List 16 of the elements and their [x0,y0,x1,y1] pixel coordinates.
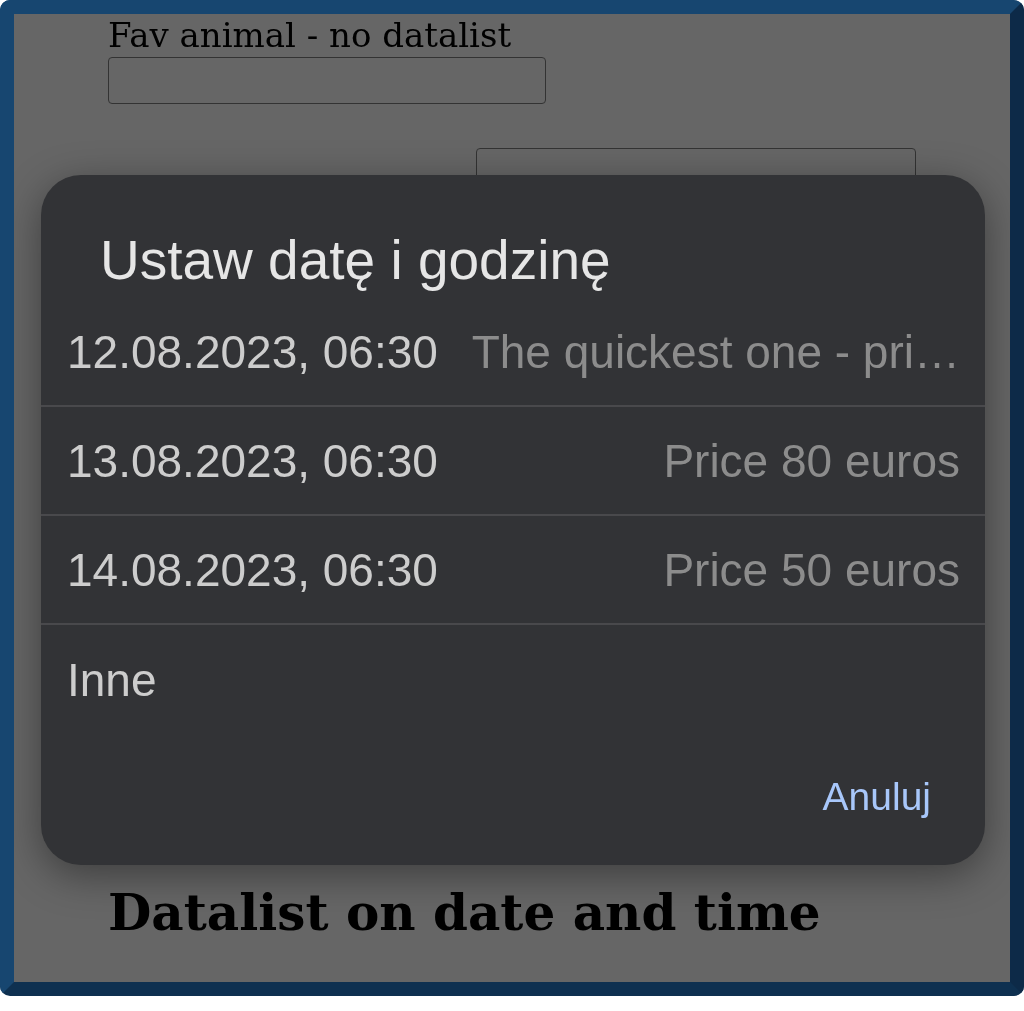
option-date: 13.08.2023, 06:30 [67,433,438,488]
option-date: 12.08.2023, 06:30 [67,324,438,379]
option-note: Price 80 euros [663,433,960,488]
dialog-title: Ustaw datę i godzinę [99,228,612,293]
other-option[interactable]: Inne [41,625,985,734]
text-field[interactable] [108,57,546,104]
option-label: Inne [67,652,157,707]
option-note: The quickest one - pri… [471,324,960,379]
date-option[interactable]: 12.08.2023, 06:30 The quickest one - pri… [41,298,985,407]
option-note: Price 50 euros [663,542,960,597]
date-option[interactable]: 14.08.2023, 06:30 Price 50 euros [41,516,985,625]
cancel-button[interactable]: Anuluj [820,771,933,823]
date-option[interactable]: 13.08.2023, 06:30 Price 80 euros [41,407,985,516]
field-label: Fav animal - no datalist [108,16,512,54]
option-date: 14.08.2023, 06:30 [67,542,438,597]
section-heading: Datalist on date and time [108,883,822,943]
